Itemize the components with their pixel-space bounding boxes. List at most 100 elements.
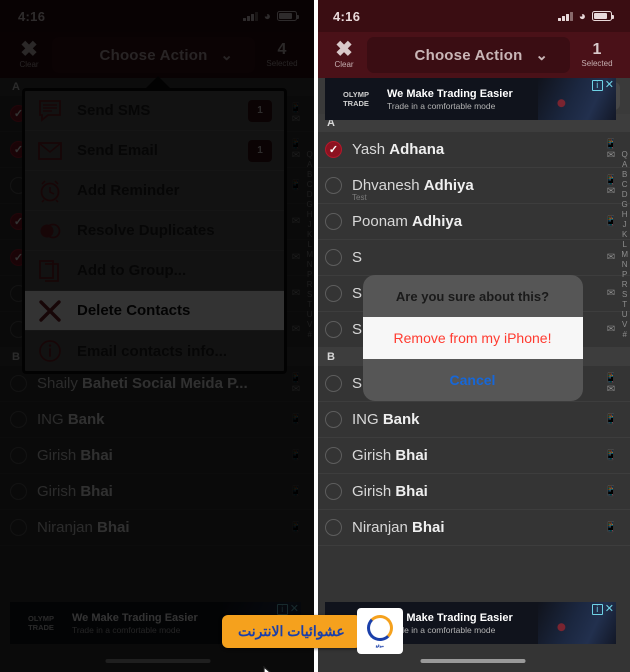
index-letter[interactable]: V bbox=[622, 320, 627, 330]
ad-close-icon[interactable]: ✕ bbox=[605, 80, 614, 91]
checkbox-icon[interactable] bbox=[325, 483, 342, 500]
index-letter[interactable]: # bbox=[622, 330, 626, 340]
table-row[interactable]: Girish Bhai 📱 bbox=[0, 438, 315, 474]
alphabet-index[interactable]: Q A B C D G H J K L M N P R S T U V # bbox=[621, 150, 628, 340]
ad-headline: We Make Trading Easier bbox=[387, 87, 513, 100]
menu-item-resolve-duplicates[interactable]: Resolve Duplicates bbox=[25, 211, 284, 251]
index-letter[interactable]: K bbox=[622, 230, 627, 240]
clear-button[interactable]: ✖ Clear bbox=[321, 39, 367, 69]
checkbox-icon[interactable] bbox=[10, 375, 27, 392]
index-letter[interactable]: C bbox=[307, 180, 313, 190]
index-letter[interactable]: A bbox=[307, 160, 312, 170]
index-letter[interactable]: H bbox=[307, 210, 313, 220]
index-letter[interactable]: T bbox=[622, 300, 627, 310]
checkbox-icon[interactable] bbox=[325, 519, 342, 536]
index-letter[interactable]: Q bbox=[622, 150, 628, 160]
home-indicator bbox=[420, 659, 525, 663]
index-letter[interactable]: G bbox=[307, 200, 313, 210]
clear-button[interactable]: ✖ Clear bbox=[6, 38, 52, 69]
table-row[interactable]: Girish Bhai 📱 bbox=[0, 474, 315, 510]
table-row[interactable]: S ✉ bbox=[315, 240, 630, 276]
alert-confirm-button[interactable]: Remove from my iPhone! bbox=[362, 317, 583, 359]
table-row[interactable]: Niranjan Bhai 📱 bbox=[0, 510, 315, 546]
menu-item-send-email[interactable]: Send Email 1 bbox=[25, 131, 284, 171]
index-letter[interactable]: Q bbox=[307, 150, 313, 160]
checkbox-icon[interactable] bbox=[325, 375, 342, 392]
action-dropdown-menu[interactable]: Send SMS 1 Send Email 1 Add Reminder Res… bbox=[22, 88, 287, 374]
alphabet-index[interactable]: Q A B C D G H J K L M N P R S T U V # bbox=[306, 150, 313, 340]
ad-info-icon[interactable]: i bbox=[591, 80, 603, 91]
status-bar: 4:16 ◕ bbox=[0, 0, 315, 32]
checkbox-icon[interactable] bbox=[325, 447, 342, 464]
index-letter[interactable]: G bbox=[622, 200, 628, 210]
promo-overlay[interactable]: عشوائيات الانترنت موقع bbox=[222, 608, 403, 654]
index-letter[interactable]: P bbox=[307, 270, 312, 280]
checkbox-icon[interactable] bbox=[325, 321, 342, 338]
checkbox-icon[interactable] bbox=[10, 519, 27, 536]
checkbox-icon[interactable] bbox=[10, 447, 27, 464]
menu-item-add-reminder[interactable]: Add Reminder bbox=[25, 171, 284, 211]
menu-item-send-sms[interactable]: Send SMS 1 bbox=[25, 91, 284, 131]
index-letter[interactable]: M bbox=[306, 250, 313, 260]
table-row[interactable]: Poonam Adhiya 📱 bbox=[315, 204, 630, 240]
table-row[interactable]: Dhvanesh Adhiya Test 📱✉ bbox=[315, 168, 630, 204]
checkbox-icon[interactable] bbox=[10, 411, 27, 428]
index-letter[interactable]: S bbox=[307, 290, 312, 300]
index-letter[interactable]: D bbox=[622, 190, 628, 200]
index-letter[interactable]: N bbox=[307, 260, 313, 270]
checkbox-icon[interactable] bbox=[10, 483, 27, 500]
checkbox-icon[interactable] bbox=[325, 213, 342, 230]
index-letter[interactable]: H bbox=[622, 210, 628, 220]
index-letter[interactable]: A bbox=[622, 160, 627, 170]
table-row[interactable]: Girish Bhai 📱 bbox=[315, 438, 630, 474]
checkbox-checked-icon[interactable] bbox=[325, 141, 342, 158]
index-letter[interactable]: # bbox=[307, 330, 311, 340]
index-letter[interactable]: U bbox=[307, 310, 313, 320]
table-row[interactable]: Niranjan Bhai 📱 bbox=[315, 510, 630, 546]
table-row[interactable]: Yash Adhana 📱✉ bbox=[315, 132, 630, 168]
checkbox-icon[interactable] bbox=[325, 177, 342, 194]
index-letter[interactable]: L bbox=[307, 240, 311, 250]
contact-name: Shaily Baheti Social Meida P... bbox=[37, 375, 248, 392]
index-letter[interactable]: U bbox=[622, 310, 628, 320]
menu-item-delete-contacts[interactable]: Delete Contacts bbox=[25, 291, 284, 331]
index-letter[interactable]: D bbox=[307, 190, 313, 200]
ad-controls[interactable]: i ✕ bbox=[591, 80, 614, 91]
index-letter[interactable]: J bbox=[308, 220, 312, 230]
index-letter[interactable]: K bbox=[307, 230, 312, 240]
index-letter[interactable]: J bbox=[623, 220, 627, 230]
index-letter[interactable]: P bbox=[622, 270, 627, 280]
index-letter[interactable]: V bbox=[307, 320, 312, 330]
choose-action-dropdown[interactable]: Choose Action ⌄ bbox=[367, 37, 570, 73]
choose-action-label: Choose Action bbox=[99, 46, 208, 64]
index-letter[interactable]: R bbox=[622, 280, 628, 290]
ad-banner-inline[interactable]: OLYMP TRADE We Make Trading Easier Trade… bbox=[325, 78, 616, 120]
ad-close-icon[interactable]: ✕ bbox=[605, 604, 614, 615]
table-row[interactable]: ING Bank 📱 bbox=[315, 402, 630, 438]
menu-item-label: Add Reminder bbox=[77, 182, 180, 199]
index-letter[interactable]: R bbox=[307, 280, 313, 290]
index-letter[interactable]: T bbox=[307, 300, 312, 310]
index-letter[interactable]: C bbox=[622, 180, 628, 190]
menu-item-add-to-group[interactable]: Add to Group... bbox=[25, 251, 284, 291]
promo-button[interactable]: عشوائيات الانترنت bbox=[222, 614, 361, 648]
index-letter[interactable]: L bbox=[622, 240, 626, 250]
close-x-icon: ✖ bbox=[20, 38, 38, 61]
checkbox-icon[interactable] bbox=[325, 285, 342, 302]
index-letter[interactable]: B bbox=[307, 170, 312, 180]
table-row[interactable]: Girish Bhai 📱 bbox=[315, 474, 630, 510]
checkbox-icon[interactable] bbox=[325, 411, 342, 428]
index-letter[interactable]: M bbox=[621, 250, 628, 260]
menu-item-email-contacts-info[interactable]: Email contacts info... bbox=[25, 331, 284, 371]
contact-tags: 📱 ✉ bbox=[285, 103, 307, 124]
alarm-clock-icon bbox=[37, 178, 63, 204]
table-row[interactable]: ING Bank 📱 bbox=[0, 402, 315, 438]
index-letter[interactable]: B bbox=[622, 170, 627, 180]
checkbox-icon[interactable] bbox=[325, 249, 342, 266]
ad-controls[interactable]: i ✕ bbox=[591, 604, 614, 615]
ad-info-icon[interactable]: i bbox=[591, 604, 603, 615]
index-letter[interactable]: S bbox=[622, 290, 627, 300]
alert-cancel-button[interactable]: Cancel bbox=[363, 359, 583, 401]
index-letter[interactable]: N bbox=[622, 260, 628, 270]
choose-action-dropdown[interactable]: Choose Action ⌄ bbox=[52, 37, 255, 73]
